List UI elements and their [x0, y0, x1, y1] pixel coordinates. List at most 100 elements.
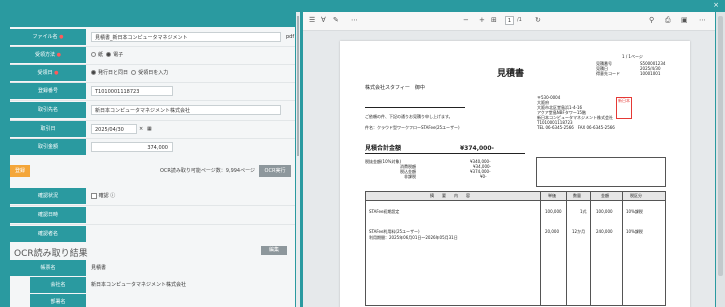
ocr-row-department: 部署名 [10, 294, 295, 307]
reg-no-row: 登録番号 T1010001118723 [10, 83, 295, 100]
ocr-label-form-name: 帳票名 [10, 260, 86, 276]
form-scrollbar-thumb[interactable] [297, 16, 299, 156]
highlight-icon[interactable]: ✎ [333, 16, 339, 25]
col-line [622, 191, 623, 306]
zoom-out-button[interactable]: − [463, 16, 469, 25]
radio-enter-date-label: 受領日を入力 [138, 70, 169, 76]
cust-code: 10001001 [640, 71, 661, 76]
more-icon[interactable]: ⋯ [351, 16, 358, 25]
ocr-value-form-name: 見積書 [91, 265, 107, 271]
clear-icon[interactable]: × [139, 121, 143, 137]
ocr-results-title: OCR読み取り結果 [14, 249, 88, 259]
file-name-input[interactable]: 見積書_新日本コンピュータマネジメント [91, 32, 281, 42]
ocr-row-form-name: 帳票名 見積書 [10, 260, 295, 277]
confirm-status-label: 確認状況 [10, 188, 86, 204]
item-amount: 240,000 [596, 229, 613, 234]
required-icon: ● [59, 34, 64, 40]
ocr-value-company: 新日本コンピュータマネジメント株式会社 [91, 282, 187, 288]
amount-input[interactable]: 374,000 [91, 142, 173, 152]
page-total: /1 [517, 17, 522, 23]
usage-period: 利用期間：2025年06月01日〜2026年05月31日 [369, 235, 458, 240]
item-price: 20,000 [545, 229, 559, 234]
print-icon[interactable]: ⎙ [665, 16, 671, 25]
amount-row: 取引金額 374,000 [10, 139, 295, 156]
other-label: 非課税 [404, 174, 416, 179]
ocr-action-row: 登録 OCR読み取り可能ページ数：9,994ページ OCR実行 [10, 162, 295, 180]
item-tax: 10%課税 [626, 209, 643, 214]
radio-same-as-issue[interactable] [91, 70, 96, 75]
item-qty: 1式 [580, 209, 587, 214]
recv-date-label: 受領日 [37, 70, 53, 76]
edit-button[interactable]: 編集 [261, 246, 287, 255]
item-desc: STAFee初期設定 [369, 209, 400, 214]
partner-label: 取引先名 [10, 102, 86, 118]
item-price: 100,000 [545, 209, 562, 214]
radio-enter-date[interactable] [131, 70, 137, 75]
divider [10, 224, 295, 225]
menu-icon[interactable]: ⋯ [699, 16, 706, 25]
calendar-icon[interactable]: ▦ [147, 121, 152, 137]
doc-title: 見積書 [497, 69, 525, 79]
reg-no-input[interactable]: T1010001118723 [91, 86, 173, 96]
help-icon[interactable]: ⓘ [110, 193, 115, 199]
col-qty: 数量 [573, 193, 581, 198]
deal-date-label: 取引日 [10, 121, 86, 137]
ocr-label-company: 会社名 [30, 277, 86, 293]
deal-date-input[interactable]: 2025/04/30 [91, 124, 137, 134]
customer-name: 株式会社スタフィー 御中 [365, 85, 425, 91]
required-icon: ● [56, 52, 61, 58]
tax-base-label: 税抜金額(10%対象) [365, 159, 402, 164]
zoom-in-button[interactable]: + [479, 16, 485, 25]
save-icon[interactable]: ▣ [681, 16, 688, 25]
total-underline [365, 153, 525, 154]
file-ext: pdf [286, 34, 295, 40]
document-page: 見積書 1 / 1ページ 見積番号 S500001234 見積日 2025/4/… [340, 41, 690, 307]
partner-row: 取引先名 新日本コンピュータマネジメント株式会社 [10, 102, 295, 119]
rotate-icon[interactable]: ↻ [535, 16, 541, 25]
sender-tel: TEL 06-6345-2566 FAX 06-6345-2566 [537, 125, 615, 130]
ocr-label-department: 部署名 [30, 294, 86, 307]
fit-page-icon[interactable]: ⊞ [491, 16, 497, 25]
pen-icon[interactable]: ∀ [321, 16, 326, 25]
file-label: ファイル名 [32, 34, 58, 40]
recv-method-row: 受領方法 ● 紙 電子 [10, 47, 295, 64]
ocr-page-info: OCR読み取り可能ページ数：9,994ページ [160, 168, 256, 174]
radio-same-as-issue-label: 発行日と同日 [98, 70, 129, 76]
intro-text: ご依頼の件、下記の通りお見積り申し上げます。 [365, 114, 453, 119]
radio-electronic[interactable] [106, 52, 112, 57]
total-label: 見積合計金額 [365, 145, 402, 152]
ocr-run-button[interactable]: OCR実行 [259, 165, 291, 177]
customer-underline [365, 107, 465, 108]
divider [10, 100, 295, 101]
confirm-check-label: 確認 [98, 193, 109, 199]
search-icon[interactable]: ⚲ [649, 16, 654, 25]
cust-code-label: 得意先コード [596, 71, 620, 76]
list-icon[interactable]: ☰ [309, 16, 315, 25]
subject-text: 件名：クラウド型ワークフローSTAFee(25ユーザー) [365, 125, 460, 130]
col-tax: 税区分 [630, 193, 642, 198]
radio-paper[interactable] [91, 52, 96, 57]
col-line [540, 191, 541, 306]
item-tax: 10%課税 [626, 229, 643, 234]
viewer-scrollbar-thumb[interactable] [718, 16, 723, 276]
amount-label: 取引金額 [10, 139, 86, 155]
viewer-toolbar: ☰ ∀ ✎ ⋯ − + ⊞ 1 /1 ↻ ⚲ ⎙ ▣ ⋯ [303, 12, 715, 31]
reg-no-label: 登録番号 [10, 83, 86, 99]
doc-page-no: 1 / 1ページ [622, 54, 643, 59]
col-desc: 摘 要 内 容 [430, 193, 470, 198]
confirm-date-row: 確認日時 [10, 207, 295, 224]
confirm-date-label: 確認日時 [10, 207, 86, 223]
recv-method-label: 受領方法 [35, 52, 56, 58]
page-number-input[interactable]: 1 [505, 16, 514, 25]
confirm-checkbox[interactable] [91, 192, 97, 199]
item-amount: 100,000 [596, 209, 613, 214]
partner-input[interactable]: 新日本コンピュータマネジメント株式会社 [91, 105, 281, 115]
register-button[interactable]: 登録 [10, 165, 30, 177]
divider [10, 205, 295, 206]
confirmer-label: 確認者名 [10, 226, 86, 242]
form-panel: ファイル名 ● 見積書_新日本コンピュータマネジメント pdf 受領方法 ● 紙… [10, 27, 295, 307]
title-bar: × [0, 0, 725, 10]
confirm-status-row: 確認状況 確認 ⓘ [10, 188, 295, 205]
close-icon[interactable]: × [713, 1, 719, 9]
col-price: 単価 [548, 193, 556, 198]
